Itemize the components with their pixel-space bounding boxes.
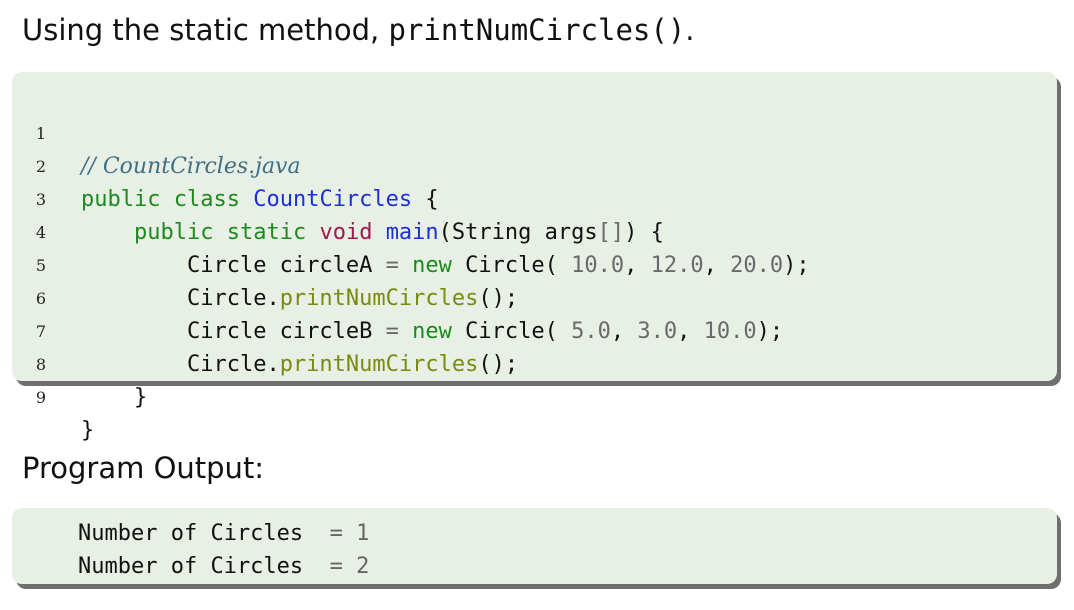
keyword: static: [226, 220, 307, 245]
number-literal: 5.0: [571, 319, 611, 344]
code-line-4: 4 Circle circleA = new Circle( 10.0, 12.…: [12, 183, 810, 278]
line-end: );: [756, 319, 784, 344]
number-literal: 3.0: [637, 319, 678, 344]
type-keyword: void: [319, 220, 373, 245]
code-text: Circle(: [451, 319, 572, 344]
slide-heading: Using the static method, printNumCircles…: [22, 10, 695, 50]
number-literal: 10.0: [571, 253, 625, 278]
comma: ,: [610, 319, 638, 344]
code-listing: 1 // CountCircles.java 2 public class Co…: [12, 72, 1057, 443]
brackets: []: [597, 220, 625, 245]
line-end: ();: [478, 352, 519, 377]
method-name: printNumCircles: [279, 286, 479, 311]
output-label: Number of Circles: [78, 554, 304, 579]
output-operator: =: [329, 521, 357, 546]
code-text: Circle(: [451, 253, 572, 278]
line-end: ) {: [624, 220, 664, 245]
code-text: Circle circleB: [186, 319, 386, 344]
number-literal: 20.0: [730, 253, 784, 278]
output-label: Number of Circles: [78, 521, 304, 546]
code-text: Circle circleA: [186, 253, 386, 278]
code-line-2: 2 public class CountCircles {: [12, 117, 439, 212]
keyword: new: [412, 319, 452, 344]
keyword: public: [133, 220, 214, 245]
code-line-9: 9 }: [12, 348, 94, 443]
code-line-5: 5 Circle.printNumCircles();: [12, 216, 518, 311]
code-line-1: 1 // CountCircles.java: [12, 84, 301, 179]
code-line-8: 8 }: [12, 315, 147, 410]
output-line-2: Number of Circles = 2: [78, 550, 369, 583]
function-name: main: [385, 220, 439, 245]
program-output: Number of Circles = 1 Number of Circles …: [12, 508, 1057, 584]
brace: }: [133, 385, 148, 410]
heading-method: printNumCircles(): [388, 13, 686, 47]
code-text: Circle.: [186, 352, 280, 377]
output-heading: Program Output:: [22, 451, 265, 485]
method-name: printNumCircles: [279, 352, 479, 377]
output-operator: =: [329, 554, 357, 579]
number-literal: 12.0: [650, 253, 704, 278]
brace: {: [425, 187, 439, 212]
code-line-7: 7 Circle.printNumCircles();: [12, 282, 518, 377]
comma: ,: [703, 253, 731, 278]
code-comment: // CountCircles.java: [81, 154, 301, 179]
comma: ,: [624, 253, 651, 278]
line-end: );: [783, 253, 810, 278]
keyword: new: [412, 253, 452, 278]
class-name: CountCircles: [253, 187, 413, 212]
output-line-1: Number of Circles = 1: [78, 517, 369, 550]
keyword: public: [81, 187, 161, 212]
code-line-6: 6 Circle circleB = new Circle( 5.0, 3.0,…: [12, 249, 783, 344]
line-number: 9: [35, 388, 47, 407]
code-text: Circle.: [186, 286, 280, 311]
number-literal: 10.0: [703, 319, 757, 344]
operator: =: [385, 253, 399, 278]
output-value: 1: [356, 521, 370, 546]
brace: }: [81, 418, 95, 443]
code-line-3: 3 public static void main(String args[])…: [12, 150, 664, 245]
line-end: ();: [478, 286, 519, 311]
heading-suffix: .: [685, 13, 695, 47]
comma: ,: [677, 319, 704, 344]
keyword: class: [173, 187, 240, 212]
operator: =: [385, 319, 399, 344]
params: (String args: [438, 220, 598, 245]
output-value: 2: [356, 554, 370, 579]
heading-text: Using the static method,: [22, 13, 389, 47]
